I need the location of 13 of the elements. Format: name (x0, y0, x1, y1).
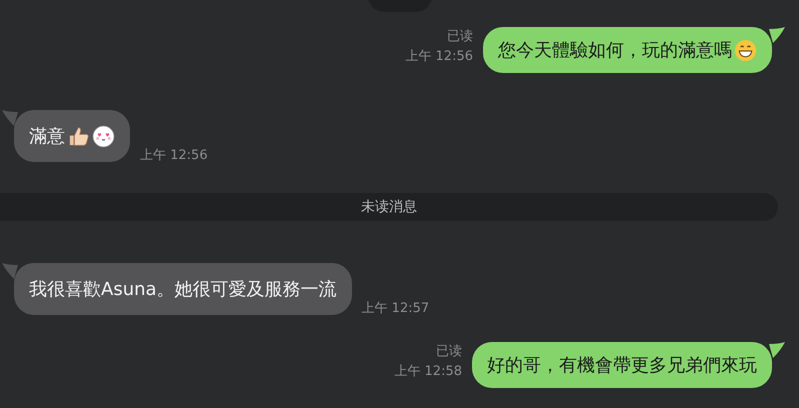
thumbs-up-icon (67, 124, 90, 148)
message-time: 上午 12:57 (362, 300, 430, 317)
message-text: 我很喜歡Asuna。她很可愛及服務一流 (29, 278, 337, 301)
message-time: 上午 12:56 (405, 48, 473, 66)
grinning-face-icon (734, 38, 757, 62)
message-text: 滿意 (29, 125, 65, 148)
heart-eyes-face-icon (92, 124, 115, 148)
message-text: 好的哥，有機會帶更多兄弟們來玩 (487, 354, 757, 377)
message-text: 您今天體驗如何，玩的滿意嗎 (498, 39, 732, 62)
read-receipt: 已读 (447, 28, 473, 46)
read-receipt: 已读 (436, 343, 462, 361)
message-time: 上午 12:56 (140, 147, 208, 164)
message-time: 上午 12:58 (394, 363, 462, 381)
